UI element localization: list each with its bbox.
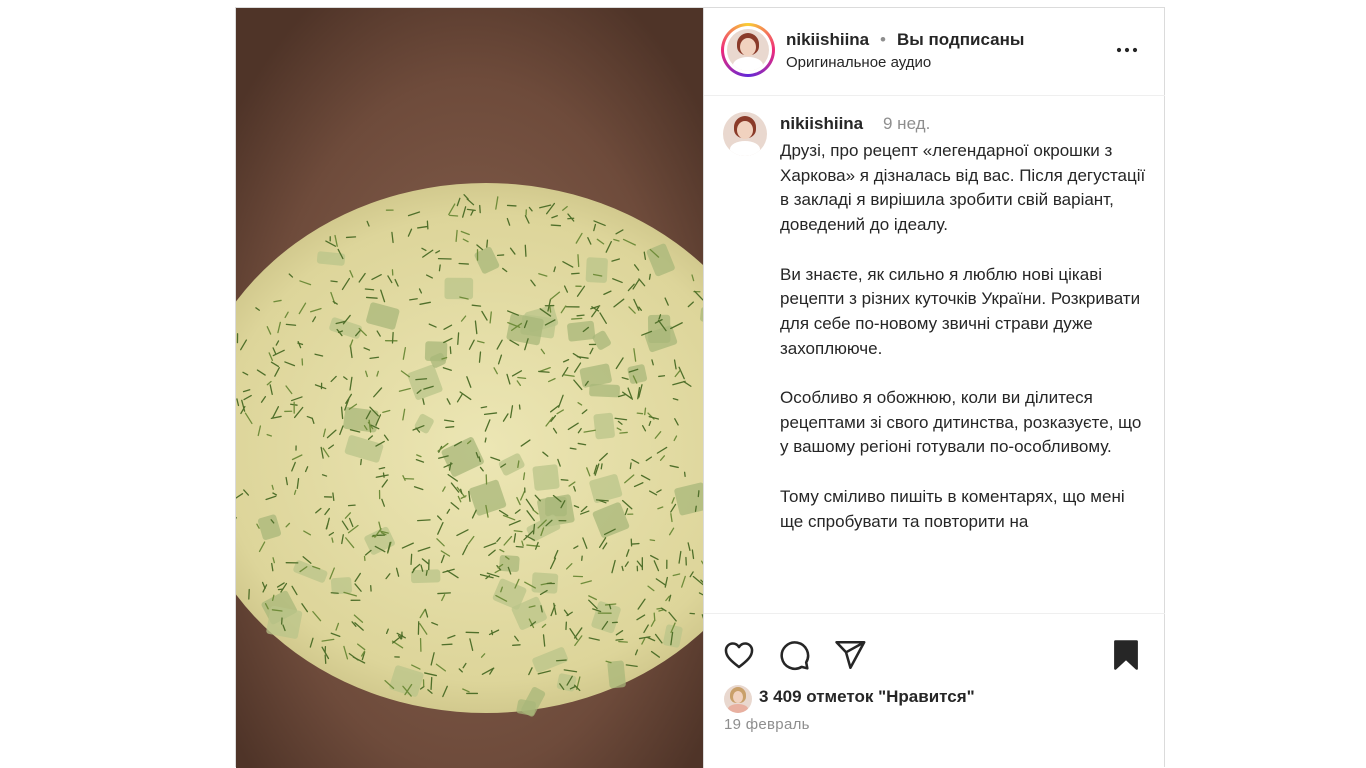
caption-scroll-area[interactable]: nikiishiina 9 нед. Друзі, про рецепт «ле… [704,96,1165,613]
caption-author-avatar[interactable] [723,112,767,156]
author-avatar[interactable] [727,29,769,71]
follow-status-button[interactable]: Вы подписаны [897,30,1024,50]
post-actions: 3 409 отметок "Нравится" 19 февраль [704,613,1165,768]
share-icon[interactable] [833,638,867,672]
post-date[interactable]: 19 февраль [724,716,810,733]
heart-icon[interactable] [722,638,756,672]
story-ring[interactable] [721,23,775,77]
original-audio-link[interactable]: Оригинальное аудио [786,54,931,71]
comment-icon[interactable] [777,638,811,672]
post-card: nikiishiina • Вы подписаны Оригинальное … [235,7,1165,767]
bookmark-icon[interactable] [1109,638,1143,672]
separator-dot: • [880,30,886,50]
caption-username-link[interactable]: nikiishiina [780,114,863,134]
header-username-link[interactable]: nikiishiina [786,30,869,50]
liked-by-avatar[interactable] [724,685,752,713]
post-header: nikiishiina • Вы подписаны Оригинальное … [704,8,1165,96]
caption-timestamp[interactable]: 9 нед. [883,114,930,134]
more-options-icon[interactable] [1115,38,1139,62]
post-photo[interactable] [236,8,703,768]
okroshka-soup-image [236,8,703,768]
caption-text: Друзі, про рецепт «легендарної окрошки з… [780,139,1152,534]
post-details-panel: nikiishiina • Вы подписаны Оригинальное … [703,8,1165,768]
likes-count[interactable]: 3 409 отметок "Нравится" [759,687,975,707]
